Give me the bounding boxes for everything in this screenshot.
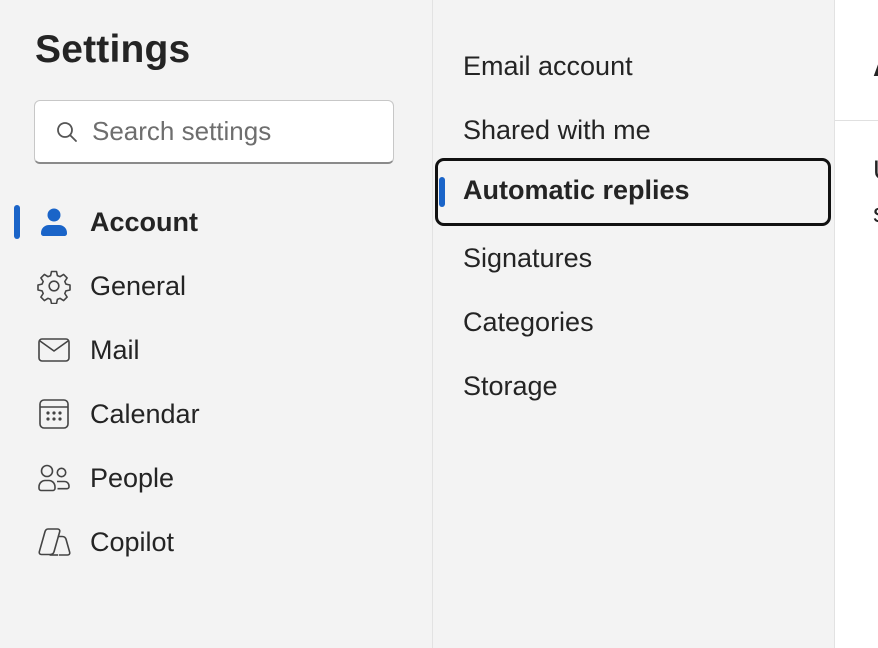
sidebar-item-mail[interactable]: Mail <box>0 318 432 382</box>
content-title: A <box>873 50 878 84</box>
search-box[interactable] <box>34 100 394 164</box>
calendar-icon <box>36 396 72 432</box>
sidebar-item-label: Copilot <box>90 526 175 557</box>
sidebar-item-general[interactable]: General <box>0 254 432 318</box>
subnav-item-label: Storage <box>463 370 558 401</box>
settings-nav-list: Account General Mail Calendar People Cop… <box>0 190 432 574</box>
account-subnav-pane: Email account Shared with me Automatic r… <box>432 0 834 648</box>
people-icon <box>36 460 72 496</box>
selected-indicator <box>439 177 445 207</box>
focus-ring <box>435 158 831 226</box>
subnav-item-label: Signatures <box>463 242 593 273</box>
subnav-item-storage[interactable]: Storage <box>433 354 835 418</box>
mail-icon <box>36 332 72 368</box>
sidebar-item-people[interactable]: People <box>0 446 432 510</box>
subnav-item-label: Shared with me <box>463 114 651 145</box>
content-divider <box>835 120 878 121</box>
content-text-line: s <box>873 198 878 229</box>
content-text-line: U <box>873 155 878 186</box>
subnav-item-categories[interactable]: Categories <box>433 290 835 354</box>
search-icon <box>57 121 77 142</box>
subnav-item-shared-with-me[interactable]: Shared with me <box>433 98 835 162</box>
settings-window: Settings Account <box>0 0 878 648</box>
content-pane: A U s <box>834 0 878 648</box>
subnav-item-label: Categories <box>463 306 594 337</box>
copilot-icon <box>36 524 72 560</box>
search-input[interactable] <box>92 116 372 147</box>
subnav-item-email-account[interactable]: Email account <box>433 34 835 98</box>
subnav-item-signatures[interactable]: Signatures <box>433 226 835 290</box>
sidebar-item-label: People <box>90 462 175 493</box>
page-title: Settings <box>35 28 191 71</box>
sidebar-item-label: Calendar <box>90 398 200 429</box>
sidebar-item-copilot[interactable]: Copilot <box>0 510 432 574</box>
sidebar-item-label: General <box>90 270 187 301</box>
person-icon <box>36 204 72 240</box>
settings-nav-pane: Settings Account <box>0 0 432 648</box>
sidebar-item-label: Mail <box>90 334 140 365</box>
gear-icon <box>36 268 72 304</box>
subnav-item-label: Email account <box>463 50 633 81</box>
active-indicator <box>14 205 20 239</box>
sidebar-item-account[interactable]: Account <box>0 190 432 254</box>
subnav-item-automatic-replies[interactable]: Automatic replies <box>433 158 835 226</box>
sidebar-item-calendar[interactable]: Calendar <box>0 382 432 446</box>
sidebar-item-label: Account <box>90 206 198 237</box>
